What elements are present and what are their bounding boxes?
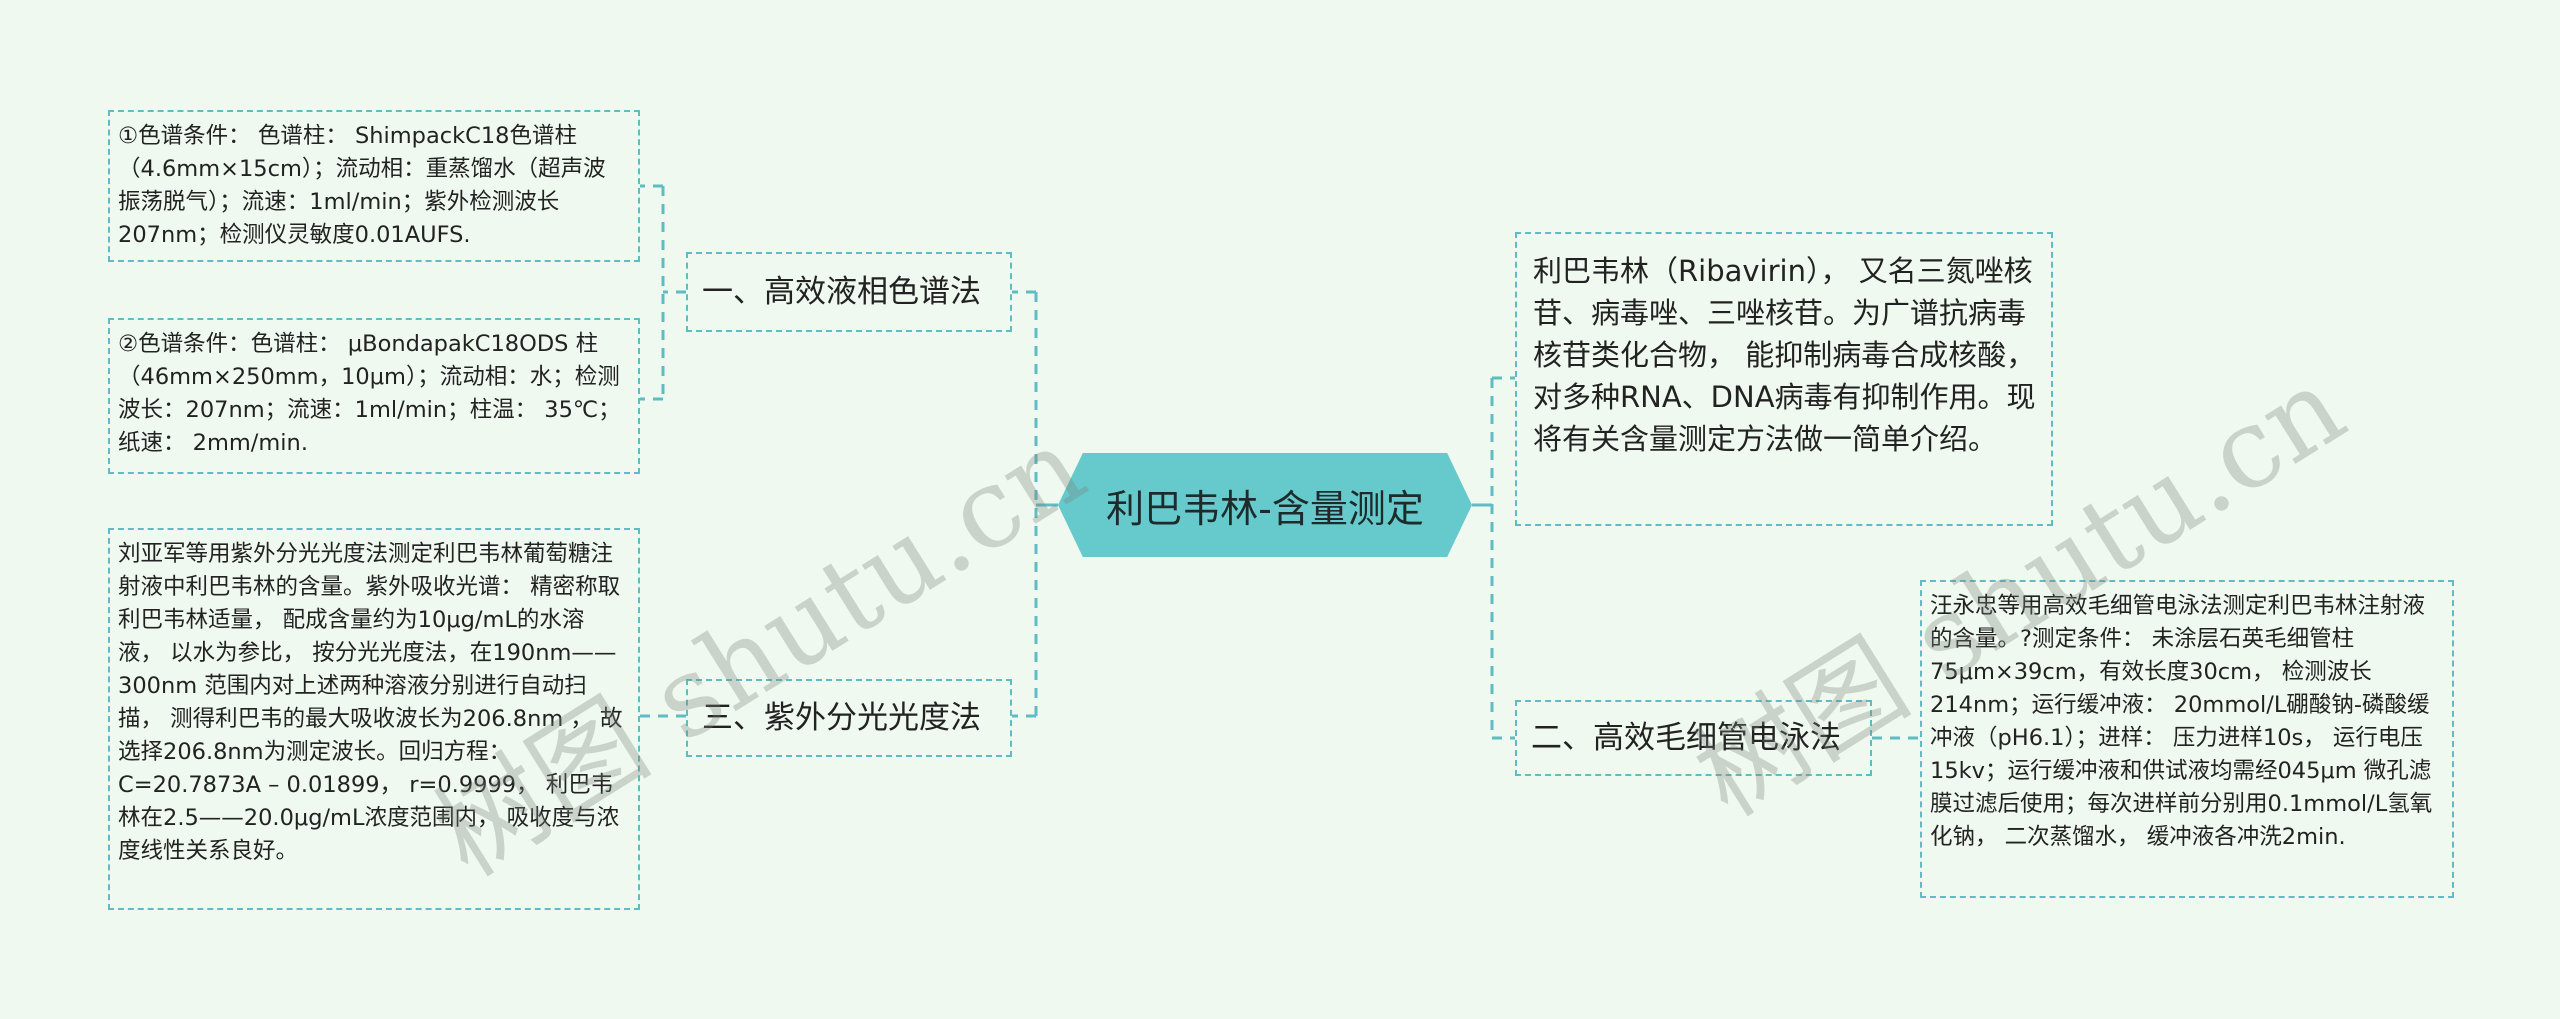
- leaf-hpce-method[interactable]: 汪永忠等用高效毛细管电泳法测定利巴韦林注射液的含量。?测定条件： 未涂层石英毛细…: [1920, 580, 2454, 898]
- intro-node[interactable]: 利巴韦林（Ribavirin）， 又名三氮唑核苷、病毒唑、三唑核苷。为广谱抗病毒…: [1515, 232, 2053, 526]
- branch-label: 一、高效液相色谱法: [702, 274, 981, 310]
- leaf-text: 刘亚军等用紫外分光光度法测定利巴韦林葡萄糖注射液中利巴韦林的含量。紫外吸收光谱：…: [118, 541, 623, 864]
- branch-hpce[interactable]: 二、高效毛细管电泳法: [1515, 700, 1872, 776]
- leaf-hplc-condition-1[interactable]: ①色谱条件： 色谱柱： ShimpackC18色谱柱（4.6mm×15cm）；流…: [108, 110, 640, 262]
- leaf-hplc-condition-2[interactable]: ②色谱条件：色谱柱： μBondapakC18ODS 柱（46mm×250mm，…: [108, 318, 640, 474]
- leaf-text: ①色谱条件： 色谱柱： ShimpackC18色谱柱（4.6mm×15cm）；流…: [118, 123, 606, 248]
- root-title: 利巴韦林-含量测定: [1106, 486, 1424, 531]
- leaf-text: 汪永忠等用高效毛细管电泳法测定利巴韦林注射液的含量。?测定条件： 未涂层石英毛细…: [1930, 593, 2433, 850]
- branch-label: 三、紫外分光光度法: [702, 700, 981, 736]
- intro-text: 利巴韦林（Ribavirin）， 又名三氮唑核苷、病毒唑、三唑核苷。为广谱抗病毒…: [1533, 254, 2036, 456]
- leaf-text: ②色谱条件：色谱柱： μBondapakC18ODS 柱（46mm×250mm，…: [118, 331, 621, 456]
- leaf-uv-method[interactable]: 刘亚军等用紫外分光光度法测定利巴韦林葡萄糖注射液中利巴韦林的含量。紫外吸收光谱：…: [108, 528, 640, 910]
- branch-uv[interactable]: 三、紫外分光光度法: [686, 679, 1012, 757]
- root-node[interactable]: 利巴韦林-含量测定: [1058, 453, 1472, 557]
- branch-hplc[interactable]: 一、高效液相色谱法: [686, 252, 1012, 332]
- branch-label: 二、高效毛细管电泳法: [1531, 720, 1841, 756]
- connector-branch1-trunk: [661, 186, 686, 399]
